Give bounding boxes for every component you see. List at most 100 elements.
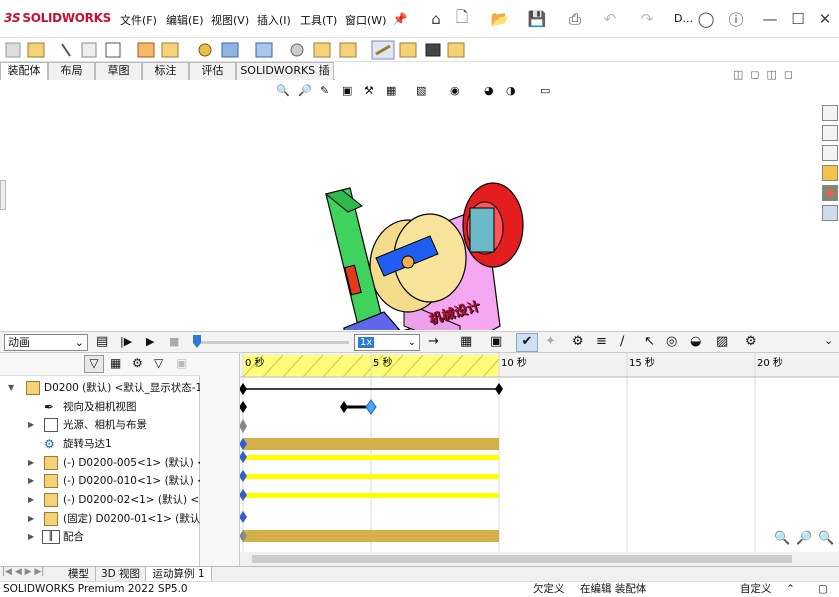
undo-icon[interactable]: ↶ bbox=[600, 9, 620, 29]
unit-system[interactable]: 自定义 bbox=[740, 582, 772, 597]
view-orientation-icon[interactable]: ▦ bbox=[386, 84, 402, 100]
rebuild-status-icon[interactable]: ▢ bbox=[818, 582, 828, 597]
collapsed-arrow-icon[interactable]: ▶ bbox=[28, 510, 34, 528]
mates-bar[interactable] bbox=[243, 530, 499, 542]
playback-speed-select[interactable]: 1x ⌄ bbox=[354, 334, 420, 351]
auto-expand-icon[interactable]: ▣ bbox=[176, 356, 187, 370]
collapsed-arrow-icon[interactable]: ▶ bbox=[28, 416, 34, 434]
custom-properties-task-icon[interactable] bbox=[822, 205, 838, 221]
menu-view[interactable]: 视图(V) bbox=[211, 12, 249, 28]
tab-solidworks-addins[interactable]: SOLIDWORKS 插件 bbox=[236, 62, 334, 93]
tree-row-mates[interactable]: ▶ ∥ 配合 bbox=[0, 528, 200, 546]
motor-icon[interactable]: ⚙ bbox=[572, 334, 584, 349]
edit-appearance-icon[interactable]: ◕ bbox=[484, 84, 500, 100]
timeline-key[interactable] bbox=[240, 401, 247, 413]
dynamic-annotation-icon[interactable]: ⚒ bbox=[364, 84, 380, 100]
play-from-start-icon[interactable]: |▶ bbox=[120, 335, 132, 348]
timeline-key[interactable] bbox=[495, 383, 503, 395]
new-document-icon[interactable]: 🗋 bbox=[452, 8, 472, 29]
timeline-key-selected[interactable] bbox=[365, 399, 377, 415]
collapse-motion-manager-icon[interactable]: ⌄ bbox=[824, 334, 833, 347]
timeline-key[interactable] bbox=[240, 383, 247, 395]
menu-tools[interactable]: 工具(T) bbox=[300, 12, 337, 28]
tab-markup[interactable]: 标注 bbox=[142, 62, 189, 80]
collapsed-arrow-icon[interactable]: ▶ bbox=[28, 491, 34, 509]
print-icon[interactable]: ⎙ bbox=[565, 9, 585, 29]
zoom-to-area-icon[interactable]: 🔎 bbox=[298, 84, 314, 100]
units-dropdown-icon[interactable]: ⌃ bbox=[786, 582, 795, 597]
filter-animated-icon[interactable]: ▽ bbox=[84, 355, 104, 373]
contact-icon[interactable]: ◎ bbox=[666, 334, 677, 349]
tab-scroll-arrows[interactable]: |◀ ◀ ▶ ▶| bbox=[2, 567, 44, 577]
apply-scene-icon[interactable]: ◑ bbox=[506, 84, 522, 100]
tree-row-rotary-motor[interactable]: ⚙ 旋转马达1 bbox=[0, 435, 200, 453]
zoom-fit-icon[interactable]: 🔍 bbox=[818, 531, 834, 546]
expanded-arrow-icon[interactable]: ▼ bbox=[8, 379, 14, 397]
pin-icon[interactable]: 📌 bbox=[390, 9, 410, 29]
play-icon[interactable]: ▶ bbox=[146, 335, 154, 348]
assembly-model[interactable] bbox=[0, 80, 839, 330]
section-view-icon[interactable]: ▣ bbox=[342, 84, 358, 100]
view-settings-icon[interactable]: ▭ bbox=[540, 84, 556, 100]
autokey-icon[interactable]: ✔ bbox=[516, 333, 538, 352]
tab-layout[interactable]: 布局 bbox=[48, 62, 95, 80]
appearances-task-icon[interactable] bbox=[822, 185, 838, 201]
hide-show-icon[interactable]: ◉ bbox=[450, 84, 466, 100]
collapsed-arrow-icon[interactable]: ▶ bbox=[28, 454, 34, 472]
part-005-bar[interactable] bbox=[243, 455, 499, 460]
file-explorer-task-icon[interactable] bbox=[822, 145, 838, 161]
collapsed-arrow-icon[interactable]: ▶ bbox=[28, 472, 34, 490]
zoom-to-fit-icon[interactable]: 🔍 bbox=[276, 84, 292, 100]
home-icon[interactable]: ⌂ bbox=[426, 9, 446, 29]
tab-3d-view[interactable]: 3D 视图 bbox=[96, 567, 146, 582]
previous-view-icon[interactable]: ✎ bbox=[320, 84, 336, 100]
timeline-key[interactable] bbox=[240, 511, 247, 523]
motion-timeline[interactable]: 0 秒 5 秒 10 秒 15 秒 20 秒 🔍 🔎 🔍 bbox=[240, 353, 839, 566]
study-properties-icon[interactable]: ⚙ bbox=[745, 334, 757, 349]
tab-evaluate[interactable]: 评估 bbox=[189, 62, 236, 80]
redo-icon[interactable]: ↷ bbox=[637, 9, 657, 29]
save-animation-icon[interactable]: ▦ bbox=[460, 334, 472, 349]
tree-row-orientation-camera[interactable]: ✒ 视向及相机视图 bbox=[0, 398, 200, 416]
minimize-icon[interactable]: — bbox=[760, 9, 780, 29]
tree-timeline-splitter[interactable] bbox=[200, 353, 240, 566]
playback-mode-icon[interactable]: → bbox=[428, 334, 439, 349]
zoom-in-icon[interactable]: 🔍 bbox=[774, 531, 790, 546]
menu-window[interactable]: 窗口(W) bbox=[345, 12, 386, 28]
menu-file[interactable]: 文件(F) bbox=[120, 12, 157, 28]
user-account-icon[interactable]: ◯ bbox=[696, 9, 716, 29]
tab-motion-study-1[interactable]: 运动算例 1 bbox=[146, 567, 212, 582]
resources-task-icon[interactable] bbox=[822, 125, 838, 141]
menu-edit[interactable]: 编辑(E) bbox=[166, 12, 204, 28]
damper-icon[interactable]: ∕ bbox=[620, 334, 624, 349]
filter-results-icon[interactable]: ▽ bbox=[154, 356, 163, 370]
tab-assembly[interactable]: 装配体 bbox=[0, 62, 48, 80]
timeline-scrollbar-thumb[interactable] bbox=[252, 555, 792, 563]
tree-row-lights-cameras[interactable]: ▶ 光源、相机与布景 bbox=[0, 416, 200, 434]
timeline-key[interactable] bbox=[240, 451, 247, 463]
home-task-icon[interactable] bbox=[822, 105, 838, 121]
part-02-bar[interactable] bbox=[243, 493, 499, 498]
collapsed-arrow-icon[interactable]: ▶ bbox=[28, 528, 34, 546]
part-010-bar[interactable] bbox=[243, 474, 499, 479]
zoom-out-icon[interactable]: 🔎 bbox=[796, 531, 812, 546]
add-key-icon[interactable]: ✦ bbox=[545, 334, 556, 349]
tab-sketch[interactable]: 草图 bbox=[95, 62, 142, 80]
animation-wizard-icon[interactable]: ▣ bbox=[490, 334, 502, 349]
tree-row-part-01-fixed[interactable]: ▶ (固定) D0200-01<1> (默认) < bbox=[0, 510, 200, 528]
timeline-key[interactable] bbox=[240, 470, 247, 482]
timeline-key[interactable] bbox=[240, 489, 247, 501]
gravity-icon[interactable]: ◒ bbox=[690, 334, 701, 349]
close-icon[interactable]: ✕ bbox=[815, 9, 835, 29]
study-type-select[interactable]: 动画 ⌄ bbox=[4, 334, 88, 351]
display-style-icon[interactable]: ▧ bbox=[416, 84, 432, 100]
menu-insert[interactable]: 插入(I) bbox=[257, 12, 291, 28]
timeline-key[interactable] bbox=[240, 419, 247, 433]
design-library-task-icon[interactable] bbox=[822, 165, 838, 181]
tree-row-part-005[interactable]: ▶ (-) D0200-005<1> (默认) << bbox=[0, 454, 200, 472]
force-icon[interactable]: ↖ bbox=[644, 334, 655, 349]
solidworks-logo[interactable]: 3S SOLIDWORKS bbox=[4, 11, 111, 25]
calculate-icon[interactable]: ▤ bbox=[96, 334, 108, 349]
tree-row-part-010[interactable]: ▶ (-) D0200-010<1> (默认) << bbox=[0, 472, 200, 490]
tab-model[interactable]: 模型 bbox=[62, 567, 96, 582]
